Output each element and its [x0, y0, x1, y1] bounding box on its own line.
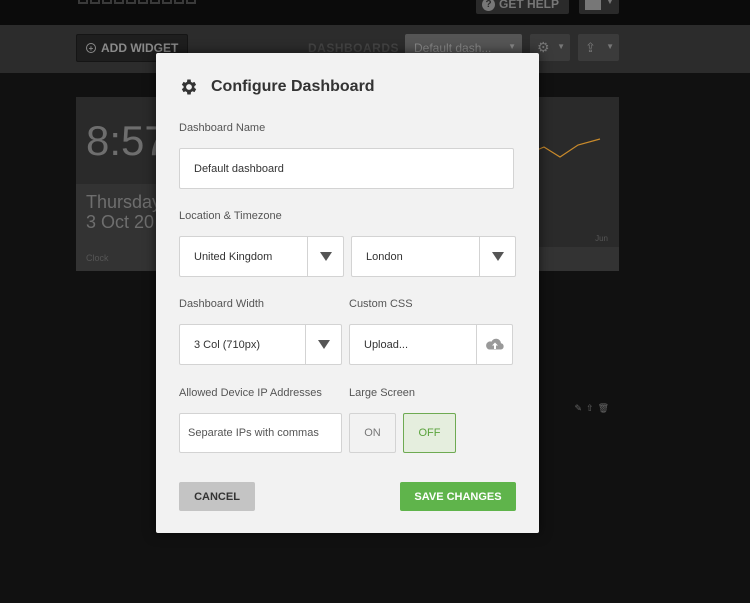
user-menu-button[interactable]: ▼	[579, 0, 619, 14]
custom-css-label: Custom CSS	[349, 298, 413, 310]
dropdown-arrow-icon[interactable]	[305, 325, 341, 364]
clock-day: Thursday	[86, 192, 162, 212]
widget-tools[interactable]: ✎⇧🗑	[574, 403, 613, 414]
chevron-down-icon: ▼	[557, 42, 565, 51]
chart-line	[530, 138, 601, 158]
dashboard-width-select[interactable]: 3 Col (710px)	[179, 324, 342, 365]
chart-month-label: Jun	[595, 234, 608, 243]
allowed-ip-label: Allowed Device IP Addresses	[179, 387, 322, 399]
location-timezone-label: Location & Timezone	[179, 210, 282, 222]
dashboard-width-label: Dashboard Width	[179, 298, 264, 310]
clock-widget-label: Clock	[86, 253, 109, 263]
timezone-select[interactable]: London	[351, 236, 516, 277]
share-button[interactable]: ⇪ ▼	[578, 34, 619, 61]
large-screen-label: Large Screen	[349, 387, 416, 399]
plus-circle-icon: +	[86, 43, 96, 53]
large-screen-off-button[interactable]: OFF	[403, 413, 456, 453]
dropdown-arrow-icon[interactable]	[479, 237, 515, 276]
dashboard-name-value: Default dashboard	[194, 162, 284, 175]
gear-icon	[181, 79, 197, 95]
timezone-value: London	[366, 250, 403, 263]
clock-full-date: 3 Oct 20	[86, 212, 155, 232]
cloud-upload-icon[interactable]	[476, 325, 512, 364]
dashboard-name-field[interactable]: Default dashboard	[179, 148, 514, 189]
chevron-down-icon: ▼	[606, 0, 614, 6]
modal-title: Configure Dashboard	[211, 78, 375, 95]
custom-css-upload[interactable]: Upload...	[349, 324, 513, 365]
modal-header: Configure Dashboard	[179, 77, 375, 97]
share-icon: ⇪	[585, 39, 596, 55]
dropdown-arrow-icon[interactable]	[307, 237, 343, 276]
chevron-down-icon: ▼	[508, 42, 516, 51]
allowed-ip-input[interactable]	[179, 413, 342, 453]
get-help-button[interactable]: ? GET HELP	[476, 0, 569, 14]
custom-css-value: Upload...	[364, 338, 409, 351]
chevron-down-icon: ▼	[606, 42, 614, 51]
question-circle-icon: ?	[482, 0, 495, 11]
chart-widget: Jun ✎⇧🗑	[530, 97, 619, 413]
save-changes-button[interactable]: SAVE CHANGES	[400, 482, 516, 511]
large-screen-on-button[interactable]: ON	[349, 413, 396, 453]
clock-date: Thursday 3 Oct 20	[86, 192, 161, 232]
configure-dashboard-modal: Configure Dashboard Dashboard Name Defau…	[156, 53, 539, 533]
dashboard-width-value: 3 Col (710px)	[194, 338, 261, 351]
country-select[interactable]: United Kingdom	[179, 236, 344, 277]
chart-footer: ✎⇧🗑	[530, 247, 619, 413]
app-logo	[78, 0, 196, 4]
dashboard-name-label: Dashboard Name	[179, 122, 266, 134]
avatar	[585, 0, 601, 10]
country-value: United Kingdom	[194, 250, 273, 263]
get-help-label: GET HELP	[499, 0, 560, 11]
top-bar: ? GET HELP ▼	[0, 0, 750, 25]
cancel-button[interactable]: CANCEL	[179, 482, 255, 511]
